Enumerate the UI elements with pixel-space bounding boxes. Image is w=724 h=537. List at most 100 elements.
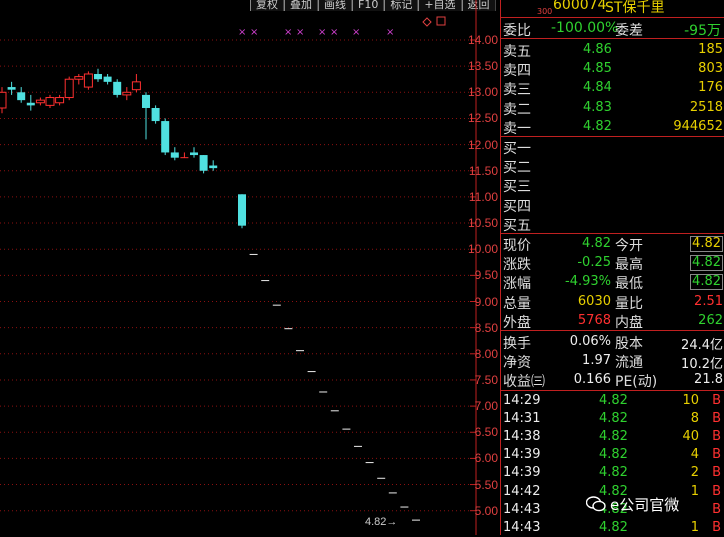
quote-row: 总量 6030 量比 2.51 <box>501 292 724 312</box>
candle <box>151 105 160 124</box>
tick-time: 14:38 <box>503 429 541 445</box>
tick-side: B <box>712 393 721 408</box>
quote-label-2: 今开 <box>615 238 643 254</box>
candle <box>113 79 122 98</box>
tick-volume: 4 <box>690 447 699 463</box>
candle-body <box>199 155 208 171</box>
stat-label-2: 股本 <box>615 336 643 352</box>
sell-price: 4.86 <box>583 42 612 57</box>
tick-row[interactable]: 14:43 4.82 1 B <box>501 519 724 537</box>
stock-name: ST保千里 <box>605 0 665 16</box>
quote-label-2: 最低 <box>615 276 643 293</box>
limit-down-marker: × <box>352 27 360 38</box>
quote-value-2: 2.51 <box>694 293 723 309</box>
candle <box>122 87 132 101</box>
stock-header: 300 600074 ST保千里 <box>501 0 724 17</box>
tick-price: 4.82 <box>599 519 628 535</box>
candle-body <box>83 73 93 88</box>
price-tick-label: 8.50 <box>474 320 498 335</box>
stat-label-1: 净资 <box>503 355 531 372</box>
candle-body <box>131 81 141 91</box>
candle-body <box>209 165 218 169</box>
tick-side: B <box>712 501 721 517</box>
kline-chart[interactable]: × × × × × × × × 14.00 13.50 13.00 12.50 12.00 11.50 1… <box>0 0 500 535</box>
quote-row: 现价 4.82 今开 4.82 <box>501 234 724 254</box>
candle-body <box>94 73 102 80</box>
arrow-right-icon: → <box>386 516 398 528</box>
candle-body <box>55 97 65 104</box>
candle <box>131 73 141 93</box>
buy-row: 买四 <box>501 195 724 215</box>
buy-label: 买四 <box>503 198 531 215</box>
weibi-row: 委比 -100.00% 委差 -95万 <box>501 19 724 39</box>
quote-value-2: 262 <box>698 312 723 328</box>
buy-label: 买一 <box>503 141 531 157</box>
tick-side: B <box>712 429 721 445</box>
price-tick-label: 12.50 <box>467 111 498 126</box>
tick-time: 14:42 <box>503 483 541 499</box>
quote-value-1: 5768 <box>577 312 611 328</box>
quote-label-2: 量比 <box>615 295 643 312</box>
candle <box>199 155 208 174</box>
candle <box>238 194 246 229</box>
candle-body <box>122 91 132 96</box>
stat-value-1: 1.97 <box>582 353 611 369</box>
candle-body <box>238 194 246 226</box>
stat-row: 换手 0.06% 股本 24.4亿 <box>501 332 724 353</box>
price-tick-label: 7.00 <box>474 399 498 414</box>
price-tick-label: 13.50 <box>467 59 498 74</box>
price-tick-label: 10.50 <box>467 216 498 231</box>
stat-value-2: 10.2亿 <box>681 357 723 373</box>
tick-time: 14:43 <box>503 519 541 535</box>
stat-label-1: 收益㈢ <box>503 374 545 391</box>
candle <box>0 87 7 114</box>
sell-label: 卖四 <box>503 63 531 80</box>
weicha-label: 委差 <box>615 23 643 39</box>
quote-label-1: 涨幅 <box>503 276 531 293</box>
candle <box>161 118 170 156</box>
tick-price: 4.82 <box>599 393 628 408</box>
quote-label-1: 总量 <box>503 295 531 312</box>
quote-label-1: 现价 <box>503 238 531 254</box>
stat-value-2: 24.4亿 <box>681 338 723 353</box>
candle-body <box>151 107 160 122</box>
stat-label-2: PE(动) <box>615 374 658 391</box>
candle <box>180 152 189 159</box>
stat-label-1: 换手 <box>503 336 531 352</box>
buy-row: 买一 <box>501 137 724 157</box>
candle-body <box>35 99 45 104</box>
buy-row: 买三 <box>501 175 724 195</box>
tick-row[interactable]: 14:38 4.82 40 B <box>501 428 724 446</box>
quote-value-1: 6030 <box>577 293 611 309</box>
candle-body <box>0 91 7 109</box>
price-tick-label: 14.00 <box>467 33 498 47</box>
price-tick-label: 6.50 <box>474 425 498 440</box>
tick-row[interactable]: 14:29 4.82 10 B <box>501 392 724 410</box>
price-tick-label: 8.00 <box>474 346 498 361</box>
candle-body <box>170 152 179 158</box>
candle <box>35 97 45 106</box>
tick-row[interactable]: 14:39 4.82 2 B <box>501 464 724 482</box>
tick-side: B <box>712 447 721 463</box>
candle-body <box>190 152 198 156</box>
tick-volume: 1 <box>690 519 699 535</box>
candle-body <box>45 97 55 106</box>
price-tick-label: 12.00 <box>467 137 498 152</box>
quote-label-1: 外盘 <box>503 314 531 331</box>
candle <box>170 147 179 161</box>
quote-value-2: 4.82 <box>690 236 723 252</box>
tick-price: 4.82 <box>599 447 628 463</box>
tick-price: 4.82 <box>599 465 628 481</box>
candle-body <box>74 76 84 80</box>
sell-volume: 803 <box>698 61 723 77</box>
price-tick-label: 5.50 <box>474 477 498 492</box>
tick-time: 14:39 <box>503 465 541 481</box>
stat-value-1: 0.06% <box>569 334 611 349</box>
price-tick-label: 7.50 <box>474 372 498 387</box>
candle <box>142 92 150 140</box>
tick-time: 14:29 <box>503 393 541 408</box>
sell-row: 卖二 4.83 2518 <box>501 98 724 118</box>
tick-row[interactable]: 14:31 4.82 8 B <box>501 410 724 428</box>
tick-row[interactable]: 14:39 4.82 4 B <box>501 446 724 464</box>
candle-body <box>113 81 122 95</box>
